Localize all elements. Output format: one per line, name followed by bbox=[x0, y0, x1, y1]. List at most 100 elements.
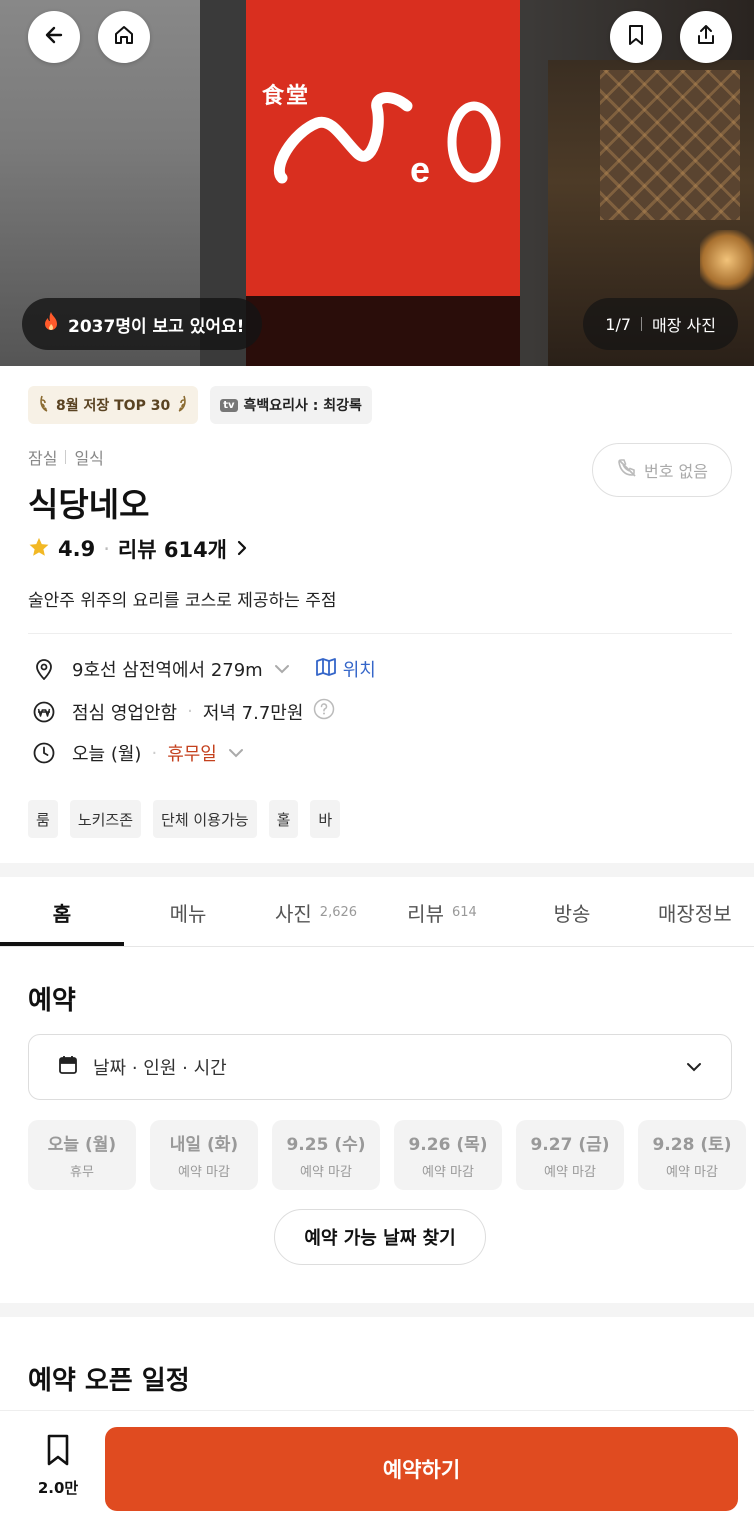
tab-reviews[interactable]: 리뷰 614 bbox=[380, 877, 504, 947]
restaurant-description: 술안주 위주의 요리를 코스로 제공하는 주점 bbox=[28, 591, 337, 611]
tab-home[interactable]: 홈 bbox=[0, 877, 124, 947]
home-button[interactable] bbox=[98, 11, 150, 63]
day-status: 예약 마감 bbox=[178, 1165, 230, 1180]
map-pin-icon bbox=[32, 657, 56, 681]
category-divider bbox=[65, 450, 67, 464]
map-link[interactable]: 위치 bbox=[315, 656, 376, 682]
logo-neo-glyph: e bbox=[273, 92, 501, 190]
chevron-down-icon[interactable] bbox=[227, 743, 245, 764]
tab-label: 사진 bbox=[274, 901, 312, 926]
day-date: 오늘 (월) bbox=[47, 1135, 117, 1155]
won-icon bbox=[32, 700, 56, 724]
clock-icon bbox=[32, 741, 56, 765]
chevron-down-icon bbox=[685, 1057, 703, 1078]
restaurant-name: 식당네오 bbox=[28, 485, 150, 524]
chevron-right-icon bbox=[235, 537, 249, 561]
day-chip[interactable]: 오늘 (월) 휴무 bbox=[28, 1120, 136, 1190]
star-icon bbox=[28, 536, 50, 563]
price-row: 점심 영업안함 · 저녁 7.7만원 bbox=[32, 698, 335, 725]
tab-photos[interactable]: 사진 2,626 bbox=[252, 877, 380, 947]
tab-menu[interactable]: 메뉴 bbox=[124, 877, 252, 947]
hero-lattice-window bbox=[600, 70, 740, 220]
help-icon[interactable] bbox=[313, 698, 335, 725]
dinner-price: 저녁 7.7만원 bbox=[202, 702, 304, 724]
closed-status: 휴무일 bbox=[167, 744, 217, 765]
share-button[interactable] bbox=[680, 11, 732, 63]
rating-separator: · bbox=[103, 537, 110, 561]
top30-badge-label: 8월 저장 TOP 30 bbox=[56, 398, 171, 414]
feature-tag: 단체 이용가능 bbox=[153, 800, 257, 838]
reserve-button[interactable]: 예약하기 bbox=[105, 1427, 738, 1511]
day-date: 내일 (화) bbox=[169, 1135, 239, 1155]
location-row[interactable]: 9호선 삼전역에서 279m 위치 bbox=[32, 656, 376, 682]
save-button[interactable]: 2.0만 bbox=[20, 1433, 96, 1498]
photo-label: 매장 사진 bbox=[652, 316, 716, 335]
share-icon bbox=[694, 23, 718, 51]
tab-label: 방송 bbox=[553, 901, 591, 926]
reservation-title: 예약 bbox=[28, 986, 76, 1016]
day-date: 9.27 (금) bbox=[530, 1135, 610, 1155]
phone-off-icon bbox=[616, 457, 638, 483]
restaurant-logo: 食堂 e bbox=[262, 78, 502, 198]
day-chip[interactable]: 9.27 (금) 예약 마감 bbox=[516, 1120, 624, 1190]
arrow-left-icon bbox=[42, 23, 66, 51]
lunch-price: 점심 영업안함 bbox=[72, 702, 178, 724]
sign-base bbox=[246, 296, 520, 366]
find-available-dates-button[interactable]: 예약 가능 날짜 찾기 bbox=[274, 1209, 486, 1265]
tab-label: 메뉴 bbox=[169, 901, 207, 926]
phone-button[interactable]: 번호 없음 bbox=[592, 443, 732, 497]
photo-counter[interactable]: 1/7 매장 사진 bbox=[583, 298, 738, 350]
chevron-down-icon[interactable] bbox=[273, 659, 291, 680]
day-chip[interactable]: 9.26 (목) 예약 마감 bbox=[394, 1120, 502, 1190]
tab-label: 홈 bbox=[52, 901, 72, 926]
day-date: 9.25 (수) bbox=[286, 1135, 366, 1155]
feature-tags: 룸 노키즈존 단체 이용가능 홀 바 bbox=[28, 800, 341, 838]
selector-label: 날짜 · 인원 · 시간 bbox=[93, 1058, 227, 1079]
bookmark-icon bbox=[625, 23, 647, 51]
day-date: 9.26 (목) bbox=[408, 1135, 488, 1155]
top30-badge[interactable]: 8월 저장 TOP 30 bbox=[28, 386, 199, 424]
section-gap bbox=[0, 1303, 754, 1317]
hours-row[interactable]: 오늘 (월) · 휴무일 bbox=[32, 740, 245, 766]
fire-icon bbox=[42, 311, 60, 338]
review-count[interactable]: 리뷰 614개 bbox=[118, 534, 227, 564]
day-status: 휴무 bbox=[70, 1165, 94, 1180]
day-chip[interactable]: 9.28 (토) 예약 마감 bbox=[638, 1120, 746, 1190]
section-divider bbox=[28, 633, 732, 634]
rating-row[interactable]: 4.9 · 리뷰 614개 bbox=[28, 534, 249, 564]
tab-count: 614 bbox=[451, 904, 477, 920]
day-chip[interactable]: 9.25 (수) 예약 마감 bbox=[272, 1120, 380, 1190]
tab-bar: 홈 메뉴 사진 2,626 리뷰 614 방송 매장정보 bbox=[0, 877, 754, 947]
photo-index: 1/7 bbox=[605, 314, 632, 334]
tv-icon: tv bbox=[220, 398, 238, 412]
home-icon bbox=[112, 23, 136, 51]
day-status: 예약 마감 bbox=[300, 1165, 352, 1180]
location-text: 9호선 삼전역에서 279m bbox=[72, 660, 263, 681]
feature-tag: 룸 bbox=[28, 800, 58, 838]
day-chip[interactable]: 내일 (화) 예약 마감 bbox=[150, 1120, 258, 1190]
tab-store-info[interactable]: 매장정보 bbox=[640, 877, 754, 947]
tab-broadcast[interactable]: 방송 bbox=[504, 877, 640, 947]
award-badges: 8월 저장 TOP 30 tv 흑백요리사 : 최강록 bbox=[28, 386, 372, 424]
hours-separator: · bbox=[151, 742, 158, 764]
day-status: 예약 마감 bbox=[422, 1165, 474, 1180]
live-viewers-badge: 2037명이 보고 있어요! bbox=[22, 298, 263, 350]
active-tab-indicator bbox=[0, 942, 124, 946]
day-date: 9.28 (토) bbox=[652, 1135, 732, 1155]
svg-text:e: e bbox=[410, 149, 430, 190]
date-party-time-selector[interactable]: 날짜 · 인원 · 시간 bbox=[28, 1034, 732, 1100]
back-button[interactable] bbox=[28, 11, 80, 63]
today-label: 오늘 (월) bbox=[72, 744, 142, 765]
section-gap bbox=[0, 863, 754, 877]
rating-value: 4.9 bbox=[58, 537, 96, 561]
area-label: 잠실 bbox=[28, 449, 58, 468]
day-status: 예약 마감 bbox=[666, 1165, 718, 1180]
feature-tag: 홀 bbox=[268, 800, 299, 838]
tv-show-badge[interactable]: tv 흑백요리사 : 최강록 bbox=[210, 386, 372, 424]
bookmark-button[interactable] bbox=[610, 11, 662, 63]
live-viewers-text: 2037명이 보고 있어요! bbox=[68, 316, 245, 337]
tv-show-badge-label: 흑백요리사 : 최강록 bbox=[243, 398, 362, 414]
feature-tag: 바 bbox=[310, 800, 341, 838]
laurel-right-icon bbox=[176, 394, 188, 416]
hero-photo[interactable]: 食堂 e 2037명이 보고 있어요! 1/7 매장 사진 bbox=[0, 0, 754, 366]
